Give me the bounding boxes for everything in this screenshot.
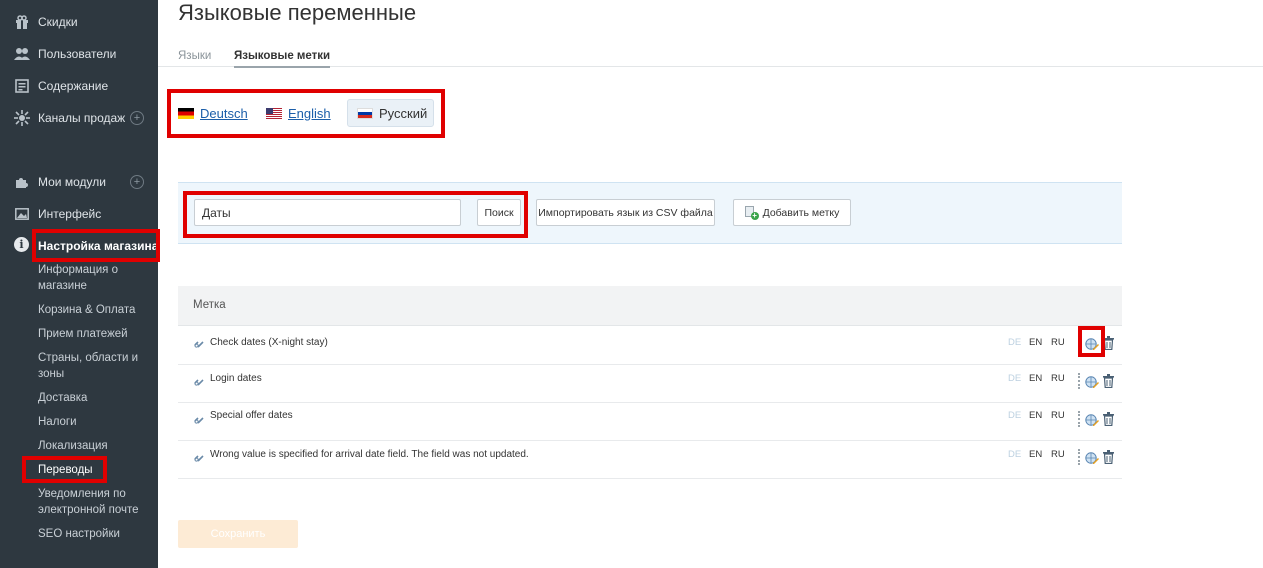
link-icon bbox=[194, 417, 204, 424]
row-label: Check dates (X-night stay) bbox=[210, 337, 328, 348]
sidebar-item-interface[interactable]: Интерфейс bbox=[0, 201, 158, 227]
sidebar-subitem-store-info[interactable]: Информация о магазине bbox=[38, 262, 153, 294]
sidebar-item-label: Интерфейс bbox=[38, 207, 102, 221]
image-icon bbox=[14, 206, 30, 222]
table-row: Wrong value is specified for arrival dat… bbox=[178, 441, 1122, 479]
row-label: Login dates bbox=[210, 373, 262, 384]
lang-link[interactable]: Deutsch bbox=[200, 106, 248, 121]
sidebar-item-label: Скидки bbox=[38, 15, 78, 29]
lang-russian[interactable]: Русский bbox=[347, 99, 434, 127]
sidebar-subitem-seo[interactable]: SEO настройки bbox=[38, 526, 153, 542]
flag-ru-icon bbox=[357, 107, 373, 119]
sidebar: Скидки Пользователи Содержание Каналы пр… bbox=[0, 0, 158, 568]
sidebar-item-sales-channels[interactable]: Каналы продаж + bbox=[0, 105, 158, 131]
sidebar-subitem-email-notifications[interactable]: Уведомления по электронной почте bbox=[38, 486, 153, 518]
row-menu-handle[interactable] bbox=[1078, 373, 1080, 389]
sidebar-subitem-localization[interactable]: Локализация bbox=[38, 438, 153, 454]
add-label-button[interactable]: + Добавить метку bbox=[733, 199, 851, 226]
lang-code-de[interactable]: DE bbox=[1008, 410, 1021, 421]
edit-translation-icon[interactable] bbox=[1085, 413, 1099, 427]
sidebar-item-discounts[interactable]: Скидки bbox=[0, 9, 158, 35]
link-icon bbox=[194, 455, 204, 462]
row-menu-handle[interactable] bbox=[1078, 449, 1080, 465]
sidebar-subitem-cart-payment[interactable]: Корзина & Оплата bbox=[38, 302, 153, 318]
sidebar-item-label: Мои модули bbox=[38, 175, 106, 189]
lang-code-de[interactable]: DE bbox=[1008, 449, 1021, 460]
lang-code-en[interactable]: EN bbox=[1029, 337, 1042, 348]
page-title: Языковые переменные bbox=[178, 0, 417, 25]
sidebar-item-users[interactable]: Пользователи bbox=[0, 41, 158, 67]
sales-channels-icon bbox=[14, 110, 30, 126]
row-label: Wrong value is specified for arrival dat… bbox=[210, 449, 529, 460]
lang-code-ru[interactable]: RU bbox=[1051, 337, 1065, 348]
search-input[interactable] bbox=[194, 199, 461, 226]
flag-us-icon bbox=[266, 107, 282, 119]
sidebar-subitem-countries[interactable]: Страны, области и зоны bbox=[38, 350, 153, 382]
link-icon bbox=[194, 341, 204, 348]
tab-language-labels[interactable]: Языковые метки bbox=[234, 50, 331, 68]
sidebar-item-label: Пользователи bbox=[38, 47, 117, 61]
sidebar-subitem-translations[interactable]: Переводы bbox=[38, 462, 153, 478]
table-header: Метка bbox=[178, 286, 1122, 326]
link-icon bbox=[194, 379, 204, 386]
sidebar-subitem-shipping[interactable]: Доставка bbox=[38, 390, 153, 406]
save-button[interactable]: Сохранить bbox=[178, 520, 298, 548]
users-icon bbox=[14, 46, 30, 62]
sidebar-item-label: Каналы продаж bbox=[38, 111, 126, 125]
delete-icon[interactable] bbox=[1103, 336, 1114, 350]
lang-code-de[interactable]: DE bbox=[1008, 337, 1021, 348]
lang-label: Русский bbox=[379, 105, 428, 121]
table-row: Check dates (X-night stay) DE EN RU bbox=[178, 327, 1122, 365]
edit-translation-icon[interactable] bbox=[1085, 337, 1099, 351]
info-icon: i bbox=[14, 237, 29, 252]
delete-icon[interactable] bbox=[1103, 374, 1114, 388]
lang-code-en[interactable]: EN bbox=[1029, 410, 1042, 421]
lang-code-de[interactable]: DE bbox=[1008, 373, 1021, 384]
sidebar-subitem-taxes[interactable]: Налоги bbox=[38, 414, 153, 430]
tab-languages[interactable]: Языки bbox=[178, 50, 211, 62]
add-doc-icon: + bbox=[744, 206, 759, 220]
content-icon bbox=[14, 78, 30, 94]
row-menu-handle[interactable] bbox=[1078, 411, 1080, 427]
puzzle-icon bbox=[14, 174, 30, 190]
search-button[interactable]: Поиск bbox=[477, 199, 521, 226]
add-channel-icon[interactable]: + bbox=[130, 111, 144, 125]
sidebar-item-label: Настройка магазина bbox=[38, 239, 159, 253]
sidebar-item-my-modules[interactable]: Мои модули + bbox=[0, 169, 158, 195]
delete-icon[interactable] bbox=[1103, 412, 1114, 426]
lang-code-en[interactable]: EN bbox=[1029, 373, 1042, 384]
lang-deutsch[interactable]: Deutsch bbox=[178, 103, 248, 123]
sidebar-subitem-payment-methods[interactable]: Прием платежей bbox=[38, 326, 153, 342]
add-module-icon[interactable]: + bbox=[130, 175, 144, 189]
lang-code-ru[interactable]: RU bbox=[1051, 410, 1065, 421]
sidebar-item-label: Содержание bbox=[38, 79, 109, 93]
sidebar-item-content[interactable]: Содержание bbox=[0, 73, 158, 99]
row-label: Special offer dates bbox=[210, 410, 293, 421]
edit-translation-icon[interactable] bbox=[1085, 451, 1099, 465]
lang-code-ru[interactable]: RU bbox=[1051, 373, 1065, 384]
import-csv-button[interactable]: Импортировать язык из CSV файла bbox=[536, 199, 715, 226]
lang-code-en[interactable]: EN bbox=[1029, 449, 1042, 460]
tab-bar: Языки Языковые метки bbox=[158, 44, 1263, 68]
gift-icon bbox=[14, 14, 30, 30]
add-label-text: Добавить метку bbox=[762, 206, 840, 219]
edit-translation-icon[interactable] bbox=[1085, 375, 1099, 389]
lang-link[interactable]: English bbox=[288, 106, 331, 121]
column-label: Метка bbox=[193, 299, 226, 311]
table-row: Login dates DE EN RU bbox=[178, 365, 1122, 403]
flag-de-icon bbox=[178, 107, 194, 119]
table-row: Special offer dates DE EN RU bbox=[178, 403, 1122, 441]
lang-code-ru[interactable]: RU bbox=[1051, 449, 1065, 460]
delete-icon[interactable] bbox=[1103, 450, 1114, 464]
lang-english[interactable]: English bbox=[266, 103, 331, 123]
